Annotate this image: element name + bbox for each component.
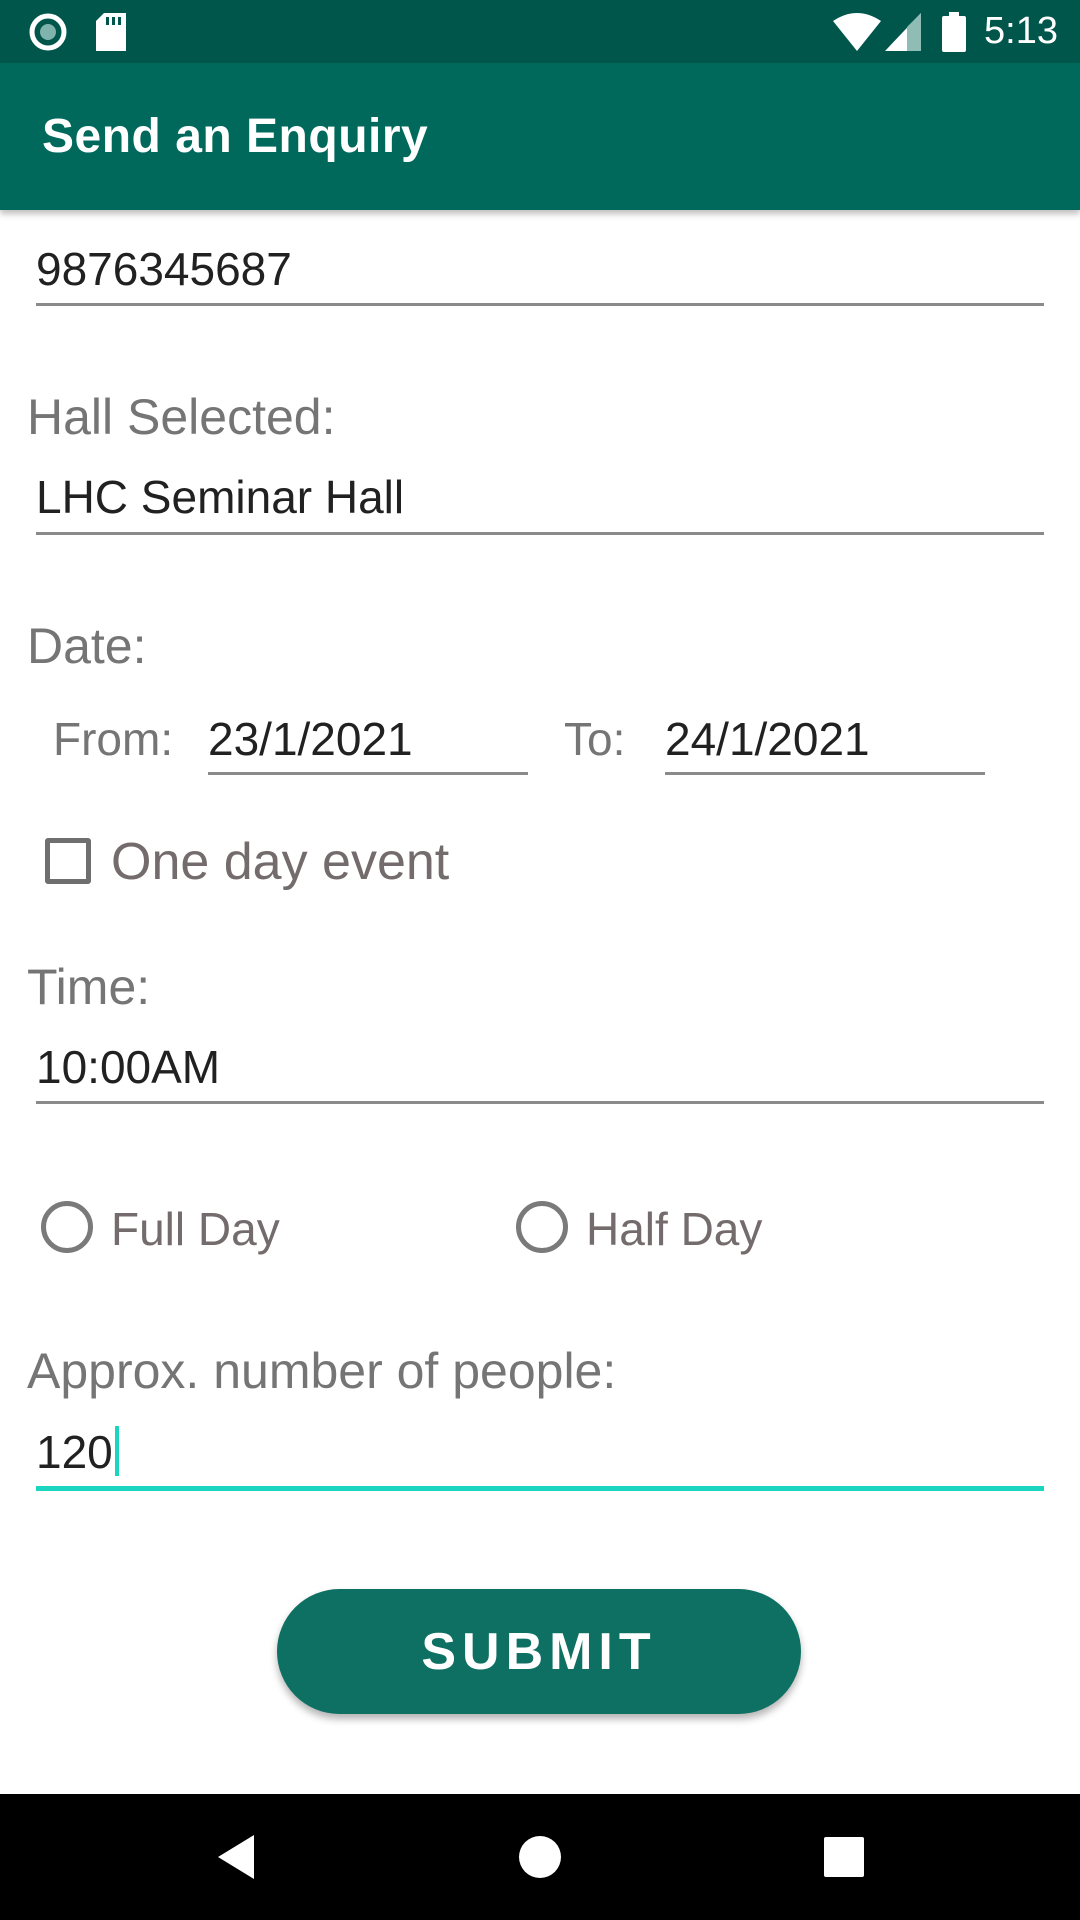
record-icon <box>26 0 70 63</box>
time-label: Time: <box>27 959 151 1015</box>
hall-label: Hall Selected: <box>27 389 336 445</box>
half-day-label[interactable]: Half Day <box>586 1202 762 1256</box>
people-field-underline <box>36 1486 1044 1491</box>
from-date-underline <box>208 772 528 775</box>
from-date-field[interactable]: 23/1/2021 <box>208 712 413 766</box>
date-label: Date: <box>27 618 147 674</box>
phone-field[interactable]: 9876345687 <box>36 242 292 296</box>
to-date-underline <box>665 772 985 775</box>
to-label: To: <box>564 713 626 765</box>
radio-icon[interactable] <box>41 1201 93 1253</box>
navigation-bar <box>0 1794 1080 1920</box>
people-label: Approx. number of people: <box>27 1343 617 1399</box>
status-time: 5:13 <box>984 10 1058 52</box>
full-day-label[interactable]: Full Day <box>111 1202 280 1256</box>
app-bar: Send an Enquiry <box>0 63 1080 210</box>
to-date-field[interactable]: 24/1/2021 <box>665 712 870 766</box>
people-field[interactable]: 120 <box>36 1425 119 1479</box>
recents-icon[interactable] <box>784 1794 904 1920</box>
from-label: From: <box>53 713 174 765</box>
hall-field-underline <box>36 532 1044 535</box>
radio-icon[interactable] <box>516 1201 568 1253</box>
wifi-icon <box>832 0 882 63</box>
cell-signal-icon <box>884 0 922 63</box>
submit-button[interactable]: SUBMIT <box>277 1589 801 1714</box>
time-field[interactable]: 10:00AM <box>36 1040 220 1094</box>
text-cursor <box>114 1426 119 1476</box>
checkbox-icon[interactable] <box>45 838 91 884</box>
page-title: Send an Enquiry <box>42 110 429 163</box>
hall-field[interactable]: LHC Seminar Hall <box>36 470 404 524</box>
sd-card-icon <box>94 0 128 63</box>
back-icon[interactable] <box>176 1794 296 1920</box>
phone-field-underline <box>36 303 1044 306</box>
status-bar: 5:13 <box>0 0 1080 63</box>
battery-icon <box>940 0 968 63</box>
time-field-underline <box>36 1101 1044 1104</box>
people-field-value[interactable]: 120 <box>36 1426 113 1478</box>
home-icon[interactable] <box>480 1794 600 1920</box>
one-day-label[interactable]: One day event <box>111 832 449 892</box>
